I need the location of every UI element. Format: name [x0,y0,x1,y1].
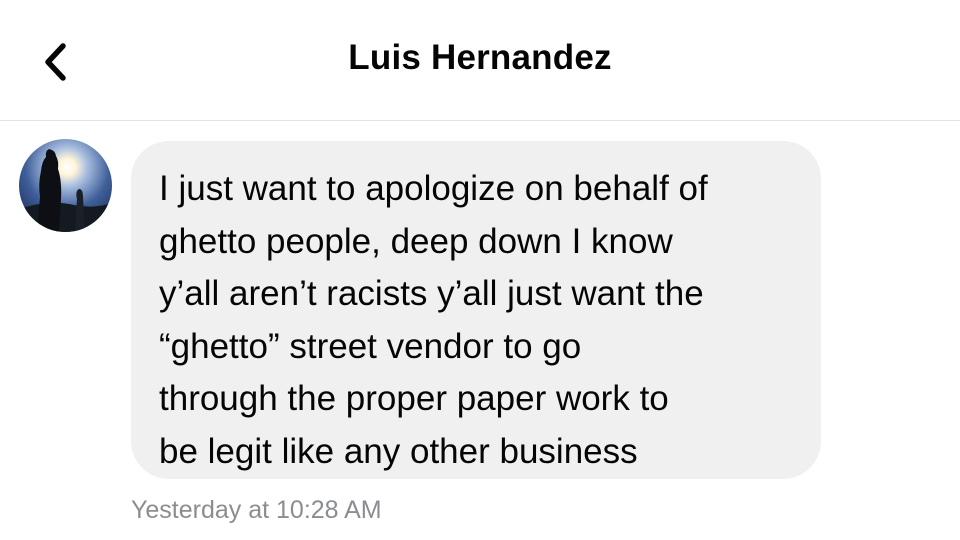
message-line: “ghetto” street vendor to go [159,326,582,366]
avatar[interactable] [19,139,112,232]
avatar-image [19,139,112,232]
message-line: ghetto people, deep down I know [159,221,673,261]
chat-header: Luis Hernandez [0,0,960,121]
message-timestamp: Yesterday at 10:28 AM [131,496,382,524]
message-line: be legit like any other business [159,431,638,471]
message-line: y’all aren’t racists y’all just want the [159,274,704,313]
message-line: I just want to apologize on behalf of [159,169,708,208]
contact-name[interactable]: Luis Hernandez [0,38,960,78]
message-bubble[interactable]: I just want to apologize on behalf of gh… [131,141,821,479]
message-text: I just want to apologize on behalf of gh… [159,163,795,478]
message-line: through the proper paper work to [159,379,669,418]
chat-screen: Luis Hernandez I just want to apologize … [0,0,960,540]
